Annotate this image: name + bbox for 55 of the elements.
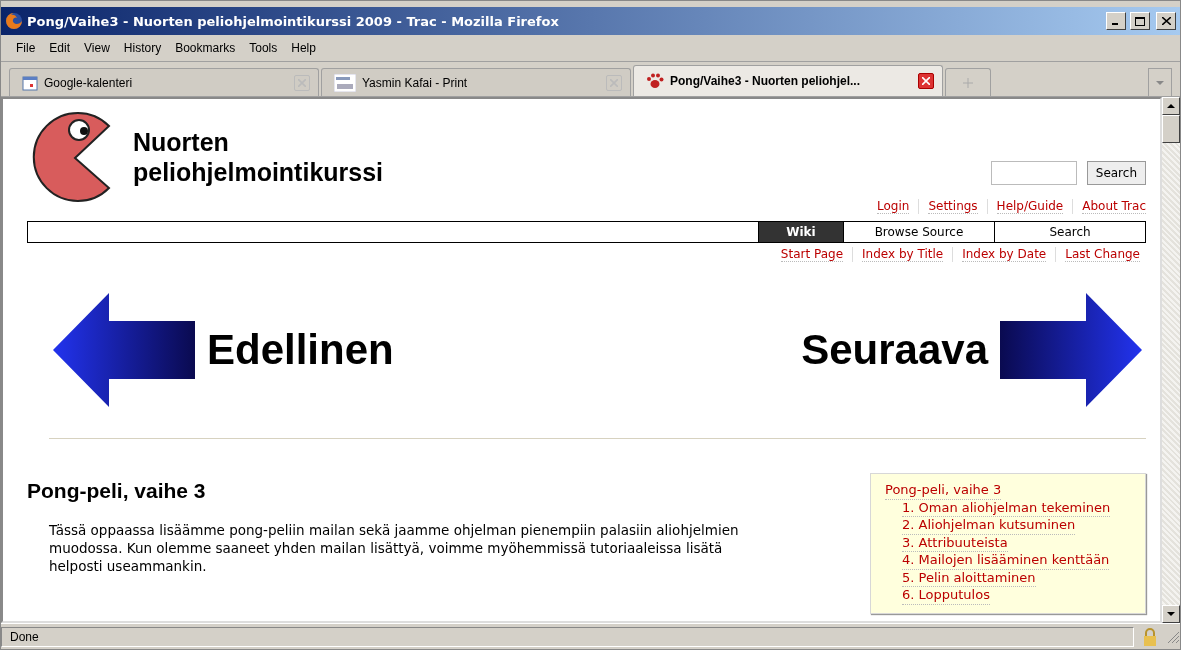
meta-nav-link[interactable]: Login bbox=[877, 199, 910, 214]
document-icon bbox=[334, 73, 356, 92]
browser-tab[interactable]: Pong/Vaihe3 - Nuorten peliohjel... bbox=[633, 65, 943, 96]
toc-title-link[interactable]: Pong-peli, vaihe 3 bbox=[885, 482, 1002, 500]
scroll-down-icon bbox=[1167, 612, 1175, 616]
context-nav-link[interactable]: Last Change bbox=[1065, 247, 1140, 262]
resize-grip-icon[interactable] bbox=[1166, 629, 1180, 644]
site-title: Nuorten peliohjelmointikurssi bbox=[133, 127, 384, 187]
next-link[interactable]: Seuraava bbox=[801, 326, 988, 374]
toc-link[interactable]: 3. Attribuuteista bbox=[902, 534, 1008, 552]
window-title: Pong/Vaihe3 - Nuorten peliohjelmointikurssi 2009 - Trac - Mozilla Firefox bbox=[27, 13, 560, 29]
firefox-icon bbox=[5, 12, 23, 30]
scrollbar[interactable] bbox=[1162, 97, 1180, 623]
menu-item[interactable]: Edit bbox=[42, 39, 78, 57]
scroll-thumb[interactable] bbox=[1162, 115, 1180, 143]
meta-nav-link[interactable]: About Trac bbox=[1082, 199, 1146, 214]
status-text: Done bbox=[1, 626, 1134, 647]
right-arrow-icon[interactable] bbox=[1000, 293, 1142, 407]
toc-link[interactable]: 1. Oman aliohjelman tekeminen bbox=[902, 499, 1111, 517]
close-button[interactable] bbox=[1156, 12, 1176, 30]
scroll-up-icon bbox=[1167, 104, 1175, 108]
calendar-icon bbox=[22, 74, 38, 91]
previous-link[interactable]: Edellinen bbox=[207, 326, 394, 374]
menu-item[interactable]: History bbox=[116, 39, 169, 57]
context-nav-link[interactable]: Index by Date bbox=[962, 247, 1047, 262]
menu-item[interactable]: Help bbox=[284, 39, 323, 57]
lock-icon bbox=[1143, 627, 1157, 646]
left-arrow-icon[interactable] bbox=[53, 293, 195, 407]
browser-tab[interactable]: Yasmin Kafai - Print bbox=[321, 68, 631, 96]
menu-item[interactable]: File bbox=[9, 39, 43, 57]
meta-nav-link[interactable]: Settings bbox=[928, 199, 978, 214]
toc-link[interactable]: 2. Aliohjelman kutsuminen bbox=[902, 517, 1076, 535]
maximize-icon bbox=[1135, 16, 1145, 26]
browser-tab[interactable]: Google-kalenteri bbox=[9, 68, 319, 96]
minimize-button[interactable] bbox=[1106, 12, 1126, 30]
search-button[interactable]: Search bbox=[1086, 161, 1146, 185]
intro-paragraph: Tässä oppaassa lisäämme pong-peliin mailan sekä jaamme ohjelman pienempiin palasiin aliohjelmien muodossa. Kun olemme saaneet yhden mailan lisättyä, voimme myöhemmissä tutoriaaleissa lisätä helposti useammankin. bbox=[49, 521, 740, 575]
close-tab-icon[interactable] bbox=[918, 73, 934, 89]
paw-icon bbox=[646, 72, 664, 90]
search-field[interactable] bbox=[990, 161, 1077, 185]
menu-item[interactable]: View bbox=[77, 39, 117, 57]
toc-link[interactable]: 5. Pelin aloittaminen bbox=[902, 569, 1036, 587]
menu-item[interactable]: Bookmarks bbox=[168, 39, 243, 57]
plus-icon bbox=[963, 77, 973, 88]
toc-link[interactable]: 6. Lopputulos bbox=[902, 587, 990, 605]
context-nav-link[interactable]: Start Page bbox=[780, 247, 844, 262]
context-nav-link[interactable]: Index by Title bbox=[862, 247, 944, 262]
caret-icon bbox=[1156, 80, 1164, 85]
meta-nav-link[interactable]: Help/Guide bbox=[996, 199, 1064, 214]
menu-item[interactable]: Tools bbox=[242, 39, 285, 57]
nav-tab[interactable]: Wiki bbox=[758, 222, 843, 242]
page-heading: Pong-peli, vaihe 3 bbox=[27, 479, 207, 503]
maximize-button[interactable] bbox=[1130, 12, 1150, 30]
toc-link[interactable]: 4. Mailojen lisääminen kenttään bbox=[902, 552, 1110, 570]
close-icon bbox=[1161, 17, 1171, 25]
